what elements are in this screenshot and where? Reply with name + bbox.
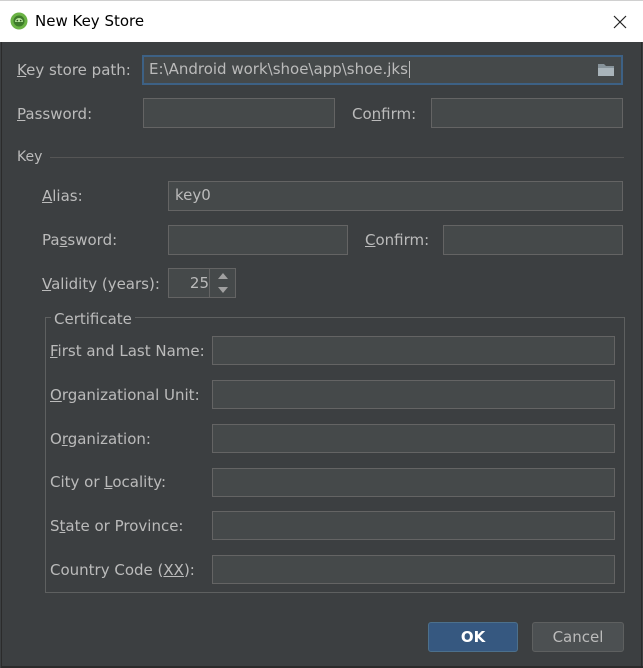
first-last-name-label: First and Last Name: xyxy=(50,342,205,360)
title-bar: New Key Store xyxy=(0,0,643,42)
key-password-input[interactable] xyxy=(168,225,348,255)
spinner-up-button[interactable] xyxy=(210,269,235,283)
spinner-up-icon xyxy=(217,273,228,279)
close-icon xyxy=(613,15,627,28)
keystore-password-input[interactable] xyxy=(143,98,335,128)
key-confirm-label: Confirm: xyxy=(365,231,430,249)
validity-spinner[interactable]: 25 xyxy=(168,268,236,298)
key-confirm-input[interactable] xyxy=(443,225,623,255)
key-store-path-label: Key store path: xyxy=(17,61,131,79)
text-caret xyxy=(408,61,410,78)
key-password-label: Password: xyxy=(42,231,118,249)
organizational-unit-input[interactable] xyxy=(212,380,615,409)
key-store-path-value: E:\Android work\shoe\app\shoe.jks xyxy=(149,60,408,78)
key-store-path-input[interactable]: E:\Android work\shoe\app\shoe.jks xyxy=(142,55,623,85)
certificate-title: Certificate xyxy=(51,310,135,328)
organization-input[interactable] xyxy=(212,424,615,453)
city-locality-label: City or Locality: xyxy=(50,473,167,491)
close-button[interactable] xyxy=(597,1,643,42)
state-province-input[interactable] xyxy=(212,511,615,540)
key-section-separator xyxy=(50,157,624,158)
new-key-store-dialog: New Key Store Key store path: E:\Android… xyxy=(0,0,643,668)
cancel-button[interactable]: Cancel xyxy=(532,622,624,652)
organization-label: Organization: xyxy=(50,430,151,448)
country-code-input[interactable] xyxy=(212,555,615,584)
keystore-confirm-label: Confirm: xyxy=(352,105,417,123)
country-code-label: Country Code (XX): xyxy=(50,561,195,579)
ok-button[interactable]: OK xyxy=(428,622,518,652)
spinner-buttons xyxy=(209,269,235,297)
spinner-down-icon xyxy=(217,287,228,293)
alias-input[interactable]: key0 xyxy=(168,181,623,211)
state-province-label: State or Province: xyxy=(50,517,184,535)
keystore-confirm-input[interactable] xyxy=(431,98,623,128)
city-locality-input[interactable] xyxy=(212,468,615,497)
organizational-unit-label: Organizational Unit: xyxy=(50,386,200,404)
alias-label: Alias: xyxy=(42,187,83,205)
window-title: New Key Store xyxy=(35,12,145,30)
validity-value[interactable]: 25 xyxy=(169,269,209,297)
folder-icon[interactable] xyxy=(597,62,615,77)
first-last-name-input[interactable] xyxy=(212,336,615,365)
key-section-label: Key xyxy=(17,149,43,165)
android-studio-icon xyxy=(10,12,28,30)
keystore-password-label: Password: xyxy=(17,105,93,123)
dialog-body: Key store path: E:\Android work\shoe\app… xyxy=(1,42,643,668)
validity-label: Validity (years): xyxy=(42,275,160,293)
spinner-down-button[interactable] xyxy=(210,283,235,297)
